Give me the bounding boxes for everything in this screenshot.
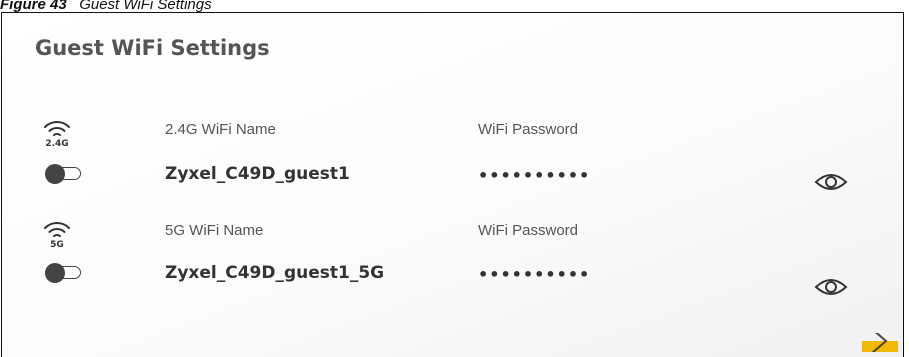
page-title: Guest WiFi Settings bbox=[35, 36, 270, 60]
chevron-right-icon bbox=[871, 333, 888, 352]
wifi-password-field-5g[interactable]: •••••••••• bbox=[478, 265, 590, 284]
wifi-name-label-5g: 5G WiFi Name bbox=[165, 222, 264, 239]
toggle-knob bbox=[45, 263, 65, 283]
wifi-password-label-5g: WiFi Password bbox=[478, 222, 579, 239]
wifi-icon bbox=[43, 117, 71, 157]
wifi-name-value-5g[interactable]: Zyxel_C49D_guest1_5G bbox=[165, 263, 384, 283]
wifi-name-label-2g: 2.4G WiFi Name bbox=[165, 121, 276, 138]
figure-caption: Figure 43 Guest WiFi Settings bbox=[0, 0, 212, 13]
next-button[interactable] bbox=[862, 333, 898, 352]
band-label-2g: 2.4G bbox=[45, 139, 69, 149]
guest-wifi-panel: Guest WiFi Settings 2.4G 2.4G WiFi Name … bbox=[1, 12, 904, 357]
wifi-name-value-2g[interactable]: Zyxel_C49D_guest1 bbox=[165, 164, 350, 184]
wifi-password-label-2g: WiFi Password bbox=[478, 121, 579, 138]
eye-icon[interactable] bbox=[814, 171, 848, 193]
toggle-knob bbox=[45, 164, 65, 184]
band-label-5g: 5G bbox=[50, 240, 64, 250]
wifi-password-field-2g[interactable]: •••••••••• bbox=[478, 166, 590, 185]
guest-wifi-2g-toggle[interactable] bbox=[45, 164, 83, 184]
eye-icon[interactable] bbox=[814, 276, 848, 298]
wifi-icon bbox=[43, 218, 71, 258]
guest-wifi-5g-toggle[interactable] bbox=[45, 263, 83, 283]
